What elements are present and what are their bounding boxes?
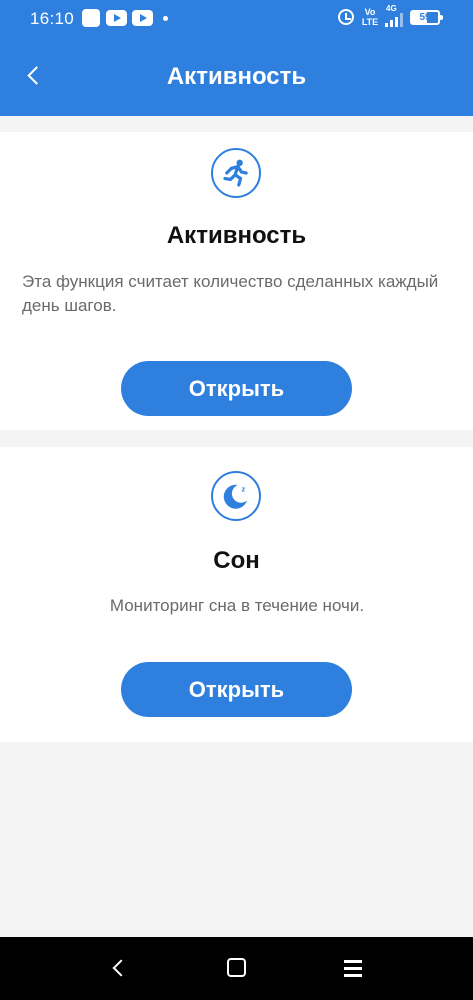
sleep-card: z Сон Мониторинг сна в течение ночи. Отк…: [0, 447, 473, 742]
app-top-bar: 16:10 Vo LTE 4G 59 Активность: [0, 0, 473, 116]
sleep-title: Сон: [213, 547, 260, 574]
back-triangle-icon[interactable]: [106, 955, 132, 981]
activity-description: Эта функция считает количество сделанных…: [22, 272, 439, 315]
page-title: Активность: [166, 63, 307, 90]
system-navigation-bar: [0, 937, 473, 1000]
status-time: 16:10: [30, 9, 75, 28]
activity-card: Активность Эта функция считает количеств…: [0, 132, 473, 430]
running-person-icon: [211, 148, 261, 198]
page-header: Активность: [0, 38, 473, 116]
volte-indicator: Vo LTE: [361, 7, 379, 27]
svg-text:z: z: [242, 484, 246, 493]
youtube-notification-icon: [132, 10, 153, 26]
moon-sleep-icon: z: [211, 471, 261, 521]
signal-strength-icon: [385, 13, 403, 27]
network-type-label: 4G: [386, 4, 397, 13]
battery-level: 59: [419, 12, 431, 23]
more-notifications-dot-icon: [163, 16, 168, 21]
activity-title: Активность: [166, 222, 307, 249]
alarm-clock-icon: [338, 9, 354, 25]
menu-lines-icon[interactable]: [344, 959, 362, 977]
status-bar: 16:10 Vo LTE 4G 59: [0, 0, 473, 38]
sleep-description: Мониторинг сна в течение ночи.: [109, 596, 365, 615]
open-sleep-button[interactable]: Открыть: [121, 662, 352, 717]
youtube-notification-icon: [106, 10, 127, 26]
home-square-icon[interactable]: [227, 958, 246, 977]
battery-icon: 59: [410, 10, 443, 25]
notification-app-icon: [82, 9, 100, 27]
open-activity-button[interactable]: Открыть: [121, 361, 352, 416]
